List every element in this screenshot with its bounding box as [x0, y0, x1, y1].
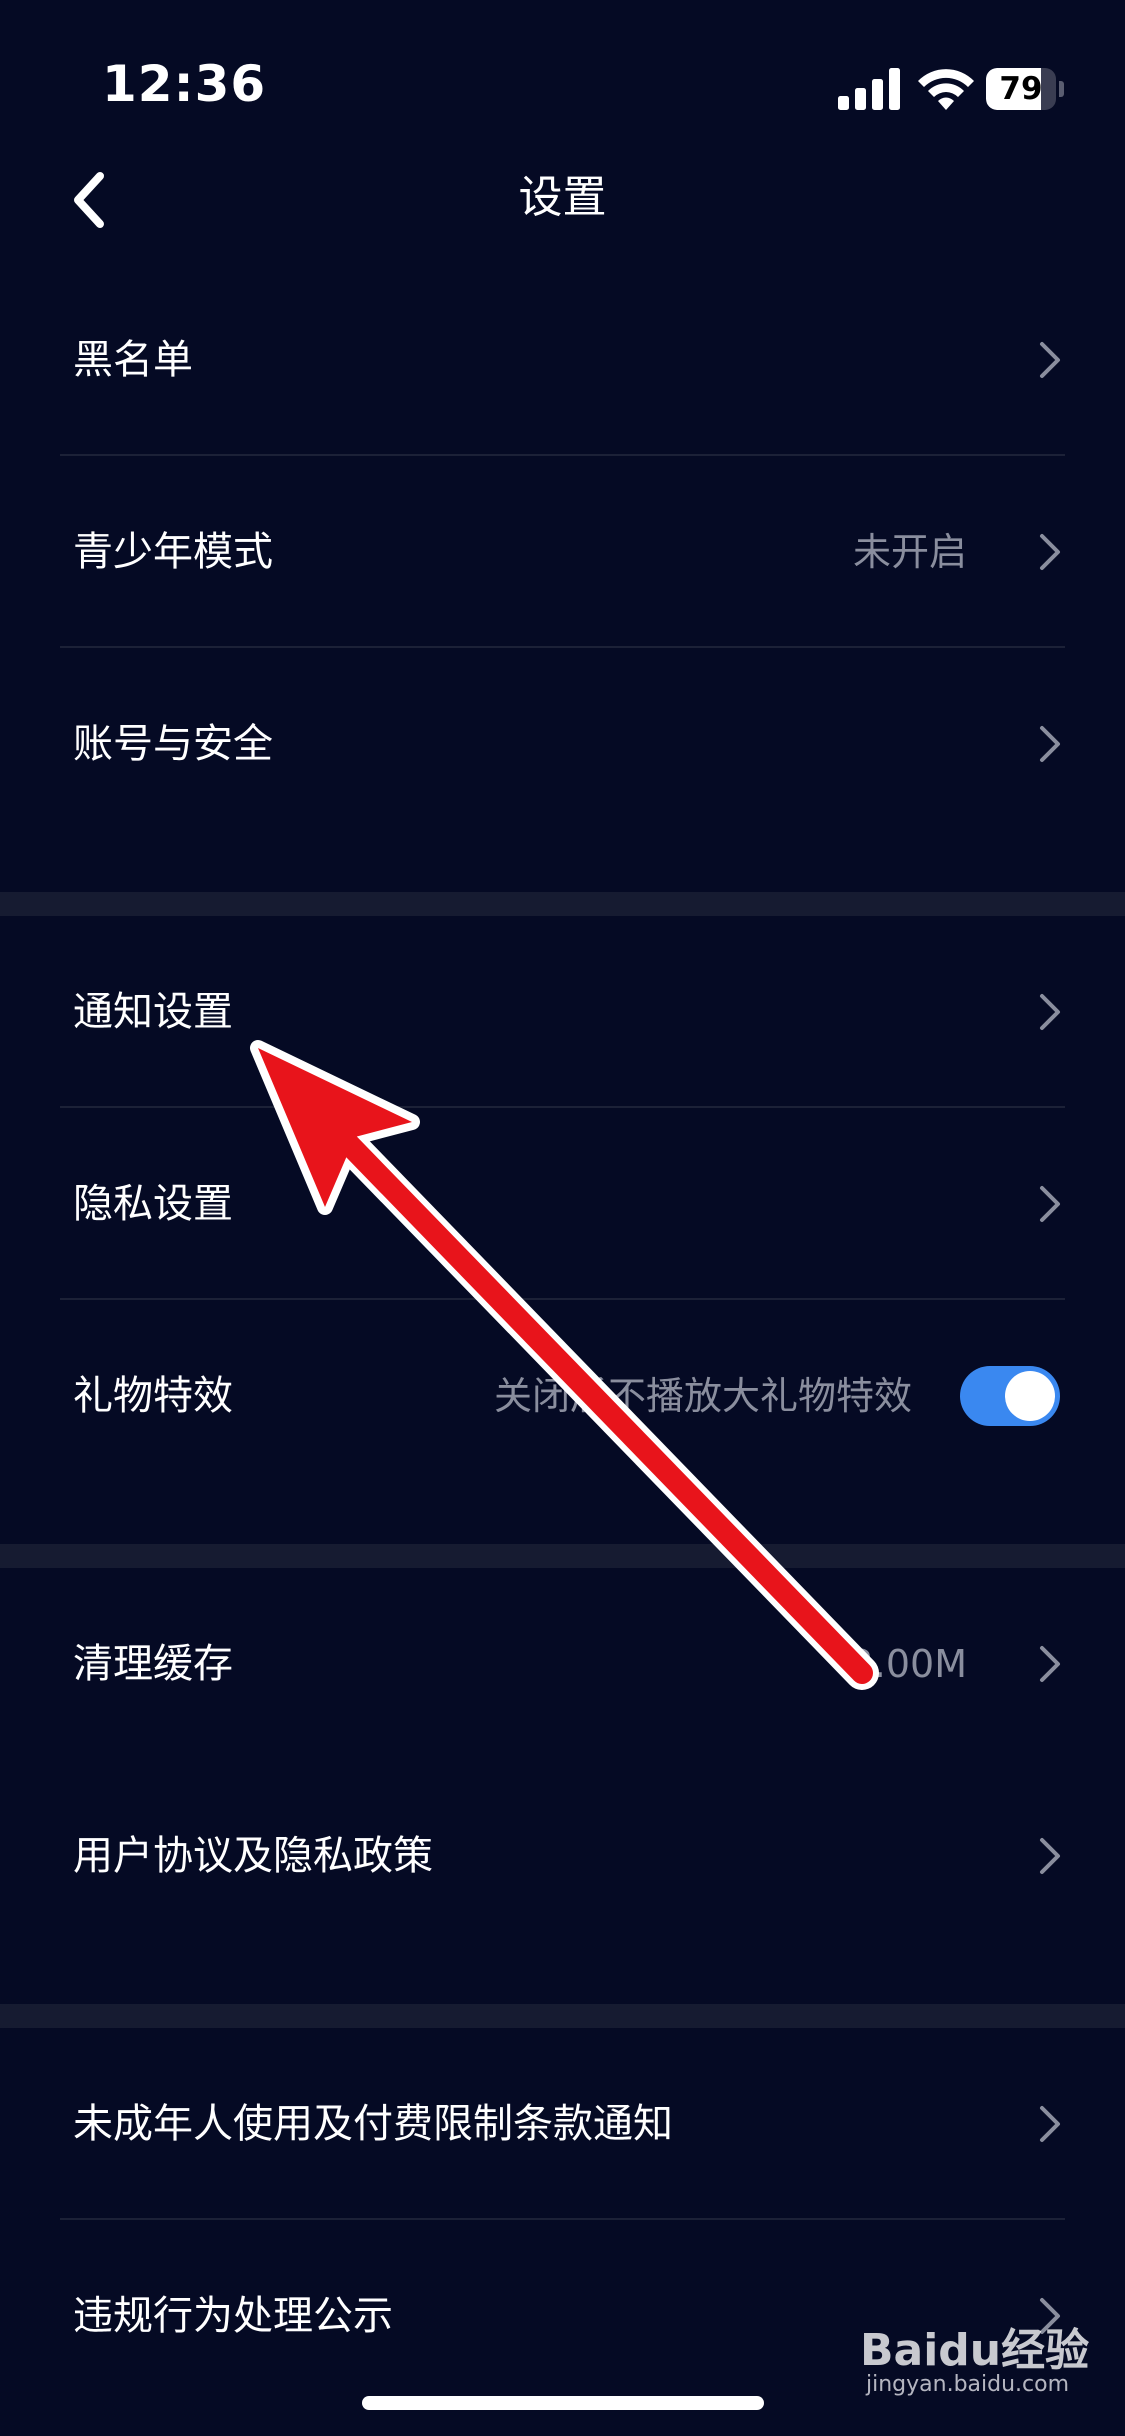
baidu-jingyan-watermark: Baidu经验 jingyan.baidu.com: [860, 2310, 1100, 2420]
row-label: 用户协议及隐私政策: [73, 1833, 433, 1879]
row-label: 黑名单: [73, 337, 193, 383]
chevron-right-icon: [1040, 342, 1060, 378]
row-label: 未成年人使用及付费限制条款通知: [73, 2101, 673, 2147]
battery-level: 79: [999, 71, 1043, 107]
chevron-right-icon: [1040, 994, 1060, 1030]
blacklist-row[interactable]: 黑名单: [0, 264, 1125, 456]
section-separator: [0, 1544, 1125, 1568]
chevron-right-icon: [1040, 2106, 1060, 2142]
chevron-right-icon: [1040, 1186, 1060, 1222]
chevron-left-icon: [74, 172, 104, 228]
row-label: 通知设置: [73, 989, 233, 1035]
gift-effects-hint: 关闭后不播放大礼物特效: [493, 1374, 912, 1418]
cache-size: 2.00M: [849, 1642, 967, 1686]
notification-settings-row[interactable]: 通知设置: [0, 916, 1125, 1108]
gift-effects-toggle[interactable]: [960, 1366, 1060, 1426]
gift-effects-row: 礼物特效 关闭后不播放大礼物特效: [0, 1300, 1125, 1492]
teen-mode-status: 未开启: [852, 530, 967, 574]
section-separator: [0, 892, 1125, 916]
row-label: 清理缓存: [73, 1641, 233, 1687]
watermark-brand: Baidu经验: [860, 2325, 1090, 2376]
chevron-right-icon: [1040, 726, 1060, 762]
page-title: 设置: [518, 172, 607, 223]
teen-mode-row[interactable]: 青少年模式 未开启: [0, 456, 1125, 648]
chevron-right-icon: [1040, 534, 1060, 570]
clear-cache-row[interactable]: 清理缓存 2.00M: [0, 1568, 1125, 1760]
watermark-domain: jingyan.baidu.com: [866, 2372, 1070, 2397]
row-label: 隐私设置: [73, 1181, 233, 1227]
nav-bar: 设置: [0, 140, 1125, 255]
status-time: 12:36: [102, 55, 267, 113]
toggle-knob: [1005, 1371, 1055, 1421]
cellular-signal-icon: [838, 68, 900, 110]
row-label: 礼物特效: [73, 1373, 233, 1419]
account-security-row[interactable]: 账号与安全: [0, 648, 1125, 840]
row-label: 违规行为处理公示: [73, 2293, 393, 2339]
chevron-right-icon: [1040, 1838, 1060, 1874]
chevron-right-icon: [1040, 1646, 1060, 1682]
back-button[interactable]: [50, 160, 130, 240]
privacy-settings-row[interactable]: 隐私设置: [0, 1108, 1125, 1300]
row-label: 账号与安全: [73, 721, 273, 767]
wifi-icon: [918, 69, 974, 110]
minor-terms-row[interactable]: 未成年人使用及付费限制条款通知: [0, 2028, 1125, 2220]
user-agreement-row[interactable]: 用户协议及隐私政策: [0, 1760, 1125, 1952]
home-indicator[interactable]: [362, 2396, 764, 2410]
section-separator: [0, 2004, 1125, 2028]
row-label: 青少年模式: [73, 529, 273, 575]
battery-icon: 79: [986, 68, 1064, 110]
